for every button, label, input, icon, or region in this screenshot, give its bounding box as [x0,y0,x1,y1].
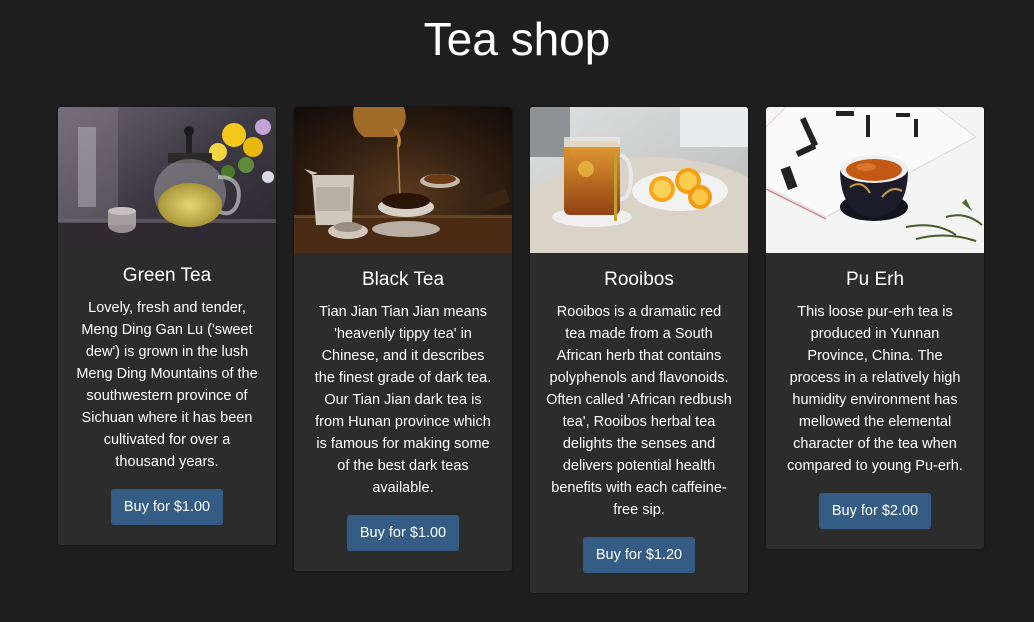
green-tea-image [58,107,276,249]
product-name: Rooibos [604,269,674,290]
product-card-rooibos: Rooibos Rooibos is a dramatic red tea ma… [530,107,748,593]
product-description: Rooibos is a dramatic red tea made from … [546,304,732,518]
pu-erh-image [766,107,984,253]
tea-shop-page: Tea shop Green Tea Lovely, fresh and ten… [0,0,1034,622]
black-tea-image [294,107,512,253]
product-card-black-tea: Black Tea Tian Jian Tian Jian means 'hea… [294,107,512,571]
product-name: Black Tea [361,269,445,290]
rooibos-image [530,107,748,253]
buy-pu-erh-button[interactable]: Buy for $2.00 [818,493,932,529]
page-title: Tea shop [423,13,611,65]
product-card-green-tea: Green Tea Lovely, fresh and tender, Meng… [58,107,276,545]
product-description: Tian Jian Tian Jian means 'heavenly tipp… [314,304,492,496]
product-description: Lovely, fresh and tender, Meng Ding Gan … [76,300,258,470]
product-list: Green Tea Lovely, fresh and tender, Meng… [58,107,984,593]
product-description: This loose pur-erh tea is produced in Yu… [787,304,963,474]
buy-rooibos-button[interactable]: Buy for $1.20 [582,537,696,573]
buy-green-tea-button[interactable]: Buy for $1.00 [110,489,224,525]
product-name: Pu Erh [845,269,905,290]
product-name: Green Tea [122,265,212,286]
product-card-pu-erh: Pu Erh This loose pur-erh tea is produce… [766,107,984,549]
buy-black-tea-button[interactable]: Buy for $1.00 [346,515,460,551]
